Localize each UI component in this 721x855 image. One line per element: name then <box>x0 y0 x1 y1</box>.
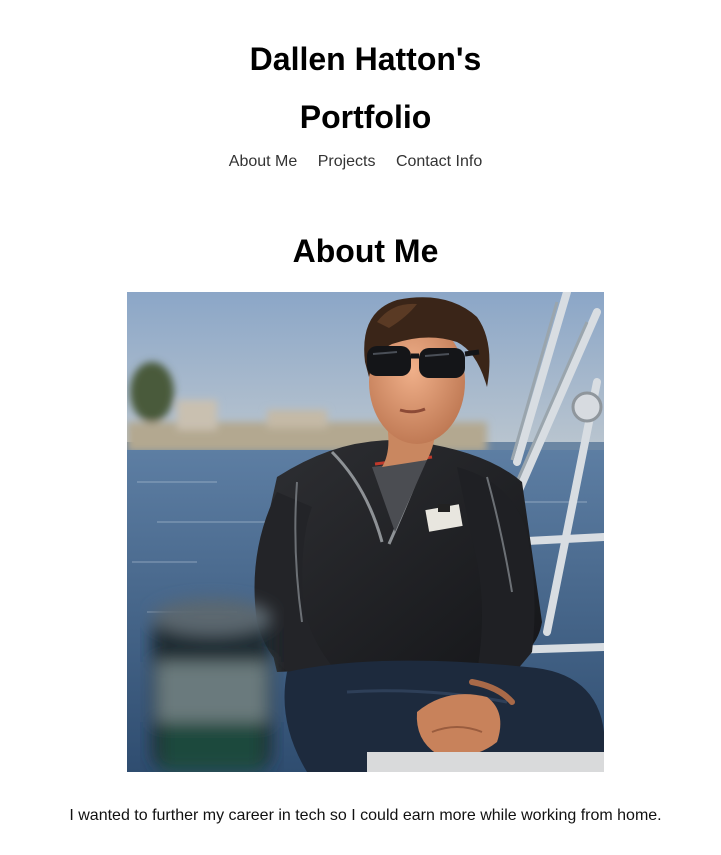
nav-link-projects[interactable]: Projects <box>318 153 376 170</box>
nav-link-about-me[interactable]: About Me <box>229 153 297 170</box>
site-title: Dallen Hatton's Portfolio <box>0 30 721 146</box>
site-title-line-2: Portfolio <box>299 99 432 135</box>
nav-link-contact-info[interactable]: Contact Info <box>396 153 482 170</box>
main-nav: About Me Projects Contact Info <box>0 151 711 173</box>
site-title-line-1: Dallen Hatton's <box>249 41 482 77</box>
about-me-heading: About Me <box>292 233 439 269</box>
bio-text: I wanted to further my career in tech so… <box>69 807 662 824</box>
profile-photo <box>127 292 604 772</box>
